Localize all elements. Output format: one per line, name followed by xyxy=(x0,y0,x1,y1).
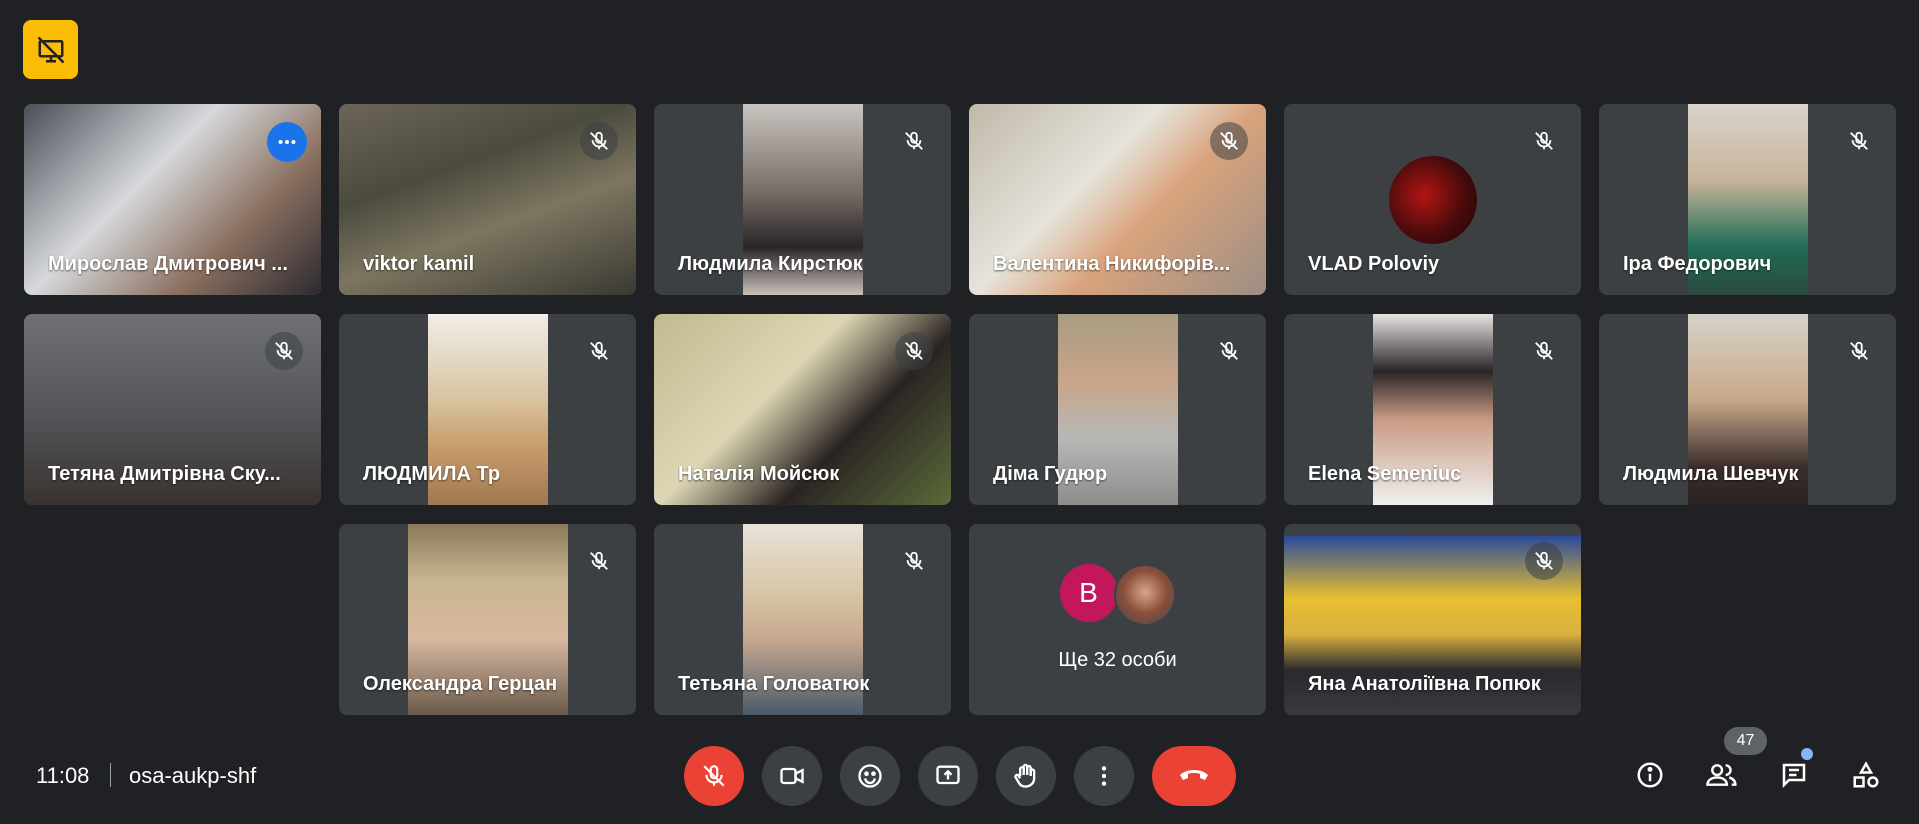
mic-off-icon xyxy=(588,340,610,362)
others-avatars: B xyxy=(969,564,1266,626)
mic-off-icon xyxy=(1218,340,1240,362)
participant-tile[interactable]: Іра Федорович xyxy=(1599,104,1896,295)
mic-off-icon xyxy=(903,130,925,152)
mic-off-icon xyxy=(588,130,610,152)
mic-off-icon xyxy=(588,550,610,572)
mic-off-icon xyxy=(273,340,295,362)
mic-off-icon xyxy=(1533,130,1555,152)
mic-off-indicator xyxy=(1840,122,1878,160)
participant-name: Мирослав Дмитрович ... xyxy=(48,253,288,275)
participant-tile[interactable]: Людмила Кирстюк xyxy=(654,104,951,295)
meeting-details-button[interactable] xyxy=(1628,753,1672,797)
participant-name: Валентина Никифорів... xyxy=(993,253,1231,275)
raise-hand-icon xyxy=(1012,762,1040,790)
participant-tile[interactable]: Людмила Шевчук xyxy=(1599,314,1896,505)
presentation-off-badge[interactable] xyxy=(23,20,78,79)
people-icon xyxy=(1705,760,1739,790)
avatar xyxy=(1113,564,1176,626)
participant-tile[interactable]: viktor kamil xyxy=(339,104,636,295)
participant-name: Яна Анатоліївна Попюк xyxy=(1308,673,1541,695)
more-horiz-icon xyxy=(276,131,298,153)
participant-name: Олександра Герцан xyxy=(363,673,558,695)
participant-tile[interactable]: Діма Гудюр xyxy=(969,314,1266,505)
participant-tile[interactable]: VLAD Poloviy xyxy=(1284,104,1581,295)
chat-icon xyxy=(1779,760,1809,790)
camera-icon xyxy=(778,762,806,790)
emoji-icon xyxy=(856,762,884,790)
mic-off-icon xyxy=(903,550,925,572)
present-button[interactable] xyxy=(918,746,978,806)
mic-off-indicator xyxy=(580,542,618,580)
mic-off-indicator xyxy=(1525,542,1563,580)
mic-off-icon xyxy=(1848,130,1870,152)
mic-off-icon xyxy=(701,763,727,789)
participant-tile[interactable]: Валентина Никифорів... xyxy=(969,104,1266,295)
mic-off-indicator xyxy=(1840,332,1878,370)
participant-name: Elena Semeniuc xyxy=(1308,463,1462,485)
participant-tile[interactable]: Наталія Мойсюк xyxy=(654,314,951,505)
participant-tile[interactable]: Тетьяна Головатюк xyxy=(654,524,951,715)
participant-name: Іра Федорович xyxy=(1623,253,1772,275)
mic-off-indicator xyxy=(1210,122,1248,160)
mic-off-icon xyxy=(903,340,925,362)
participant-tile[interactable]: Яна Анатоліївна Попюк xyxy=(1284,524,1581,715)
mic-off-icon xyxy=(1218,130,1240,152)
call-end-icon xyxy=(1177,766,1211,786)
avatar: B xyxy=(1059,564,1118,622)
present-screen-icon xyxy=(934,762,962,790)
mic-off-indicator xyxy=(895,542,933,580)
more-options-button[interactable] xyxy=(1074,746,1134,806)
participant-name: Людмила Шевчук xyxy=(1623,463,1799,485)
people-button[interactable] xyxy=(1700,753,1744,797)
mic-off-indicator xyxy=(580,122,618,160)
mic-off-indicator xyxy=(580,332,618,370)
participant-name: ЛЮДМИЛА Тр xyxy=(363,463,501,485)
mic-off-indicator xyxy=(265,332,303,370)
participant-avatar xyxy=(1388,155,1477,244)
participant-tile[interactable]: ЛЮДМИЛА Тр xyxy=(339,314,636,505)
mic-off-icon xyxy=(1533,550,1555,572)
meeting-code: osa-aukp-shf xyxy=(129,763,257,788)
participant-name: Діма Гудюр xyxy=(993,463,1108,485)
participant-tile[interactable]: Олександра Герцан xyxy=(339,524,636,715)
activities-button[interactable] xyxy=(1844,753,1888,797)
bottom-bar: 11:08 osa-aukp-shf xyxy=(0,733,1919,817)
mic-off-indicator xyxy=(1525,122,1563,160)
participant-name: Тетьяна Головатюк xyxy=(678,673,870,695)
participant-name: Тетяна Дмитрівна Ску... xyxy=(48,463,281,485)
mic-toggle-button[interactable] xyxy=(684,746,744,806)
mic-off-icon xyxy=(1533,340,1555,362)
mic-off-indicator xyxy=(895,332,933,370)
more-options-button[interactable] xyxy=(267,122,307,162)
mic-off-indicator xyxy=(1210,332,1248,370)
chat-button[interactable] xyxy=(1772,753,1816,797)
participant-tile[interactable]: Мирослав Дмитрович ... xyxy=(24,104,321,295)
presentation-off-icon xyxy=(36,35,66,65)
camera-toggle-button[interactable] xyxy=(762,746,822,806)
participant-tile[interactable]: Тетяна Дмитрівна Ску... xyxy=(24,314,321,505)
chat-notification-dot xyxy=(1801,748,1813,760)
others-tile[interactable]: B Ще 32 особи xyxy=(969,524,1266,715)
participant-tile[interactable]: Elena Semeniuc xyxy=(1284,314,1581,505)
mic-off-indicator xyxy=(1525,332,1563,370)
meeting-time: 11:08 xyxy=(36,763,90,788)
mic-off-indicator xyxy=(895,122,933,160)
activities-icon xyxy=(1851,760,1881,790)
participant-name: viktor kamil xyxy=(363,253,475,275)
others-count-label: Ще 32 особи xyxy=(1058,649,1177,671)
participant-name: VLAD Poloviy xyxy=(1308,253,1440,275)
reactions-button[interactable] xyxy=(840,746,900,806)
raise-hand-button[interactable] xyxy=(996,746,1056,806)
divider xyxy=(110,763,111,787)
more-vert-icon xyxy=(1091,763,1117,789)
participant-name: Наталія Мойсюк xyxy=(678,463,840,485)
info-icon xyxy=(1635,760,1665,790)
people-count-badge: 47 xyxy=(1724,727,1767,755)
participant-name: Людмила Кирстюк xyxy=(678,253,863,275)
leave-call-button[interactable] xyxy=(1152,746,1236,806)
mic-off-icon xyxy=(1848,340,1870,362)
